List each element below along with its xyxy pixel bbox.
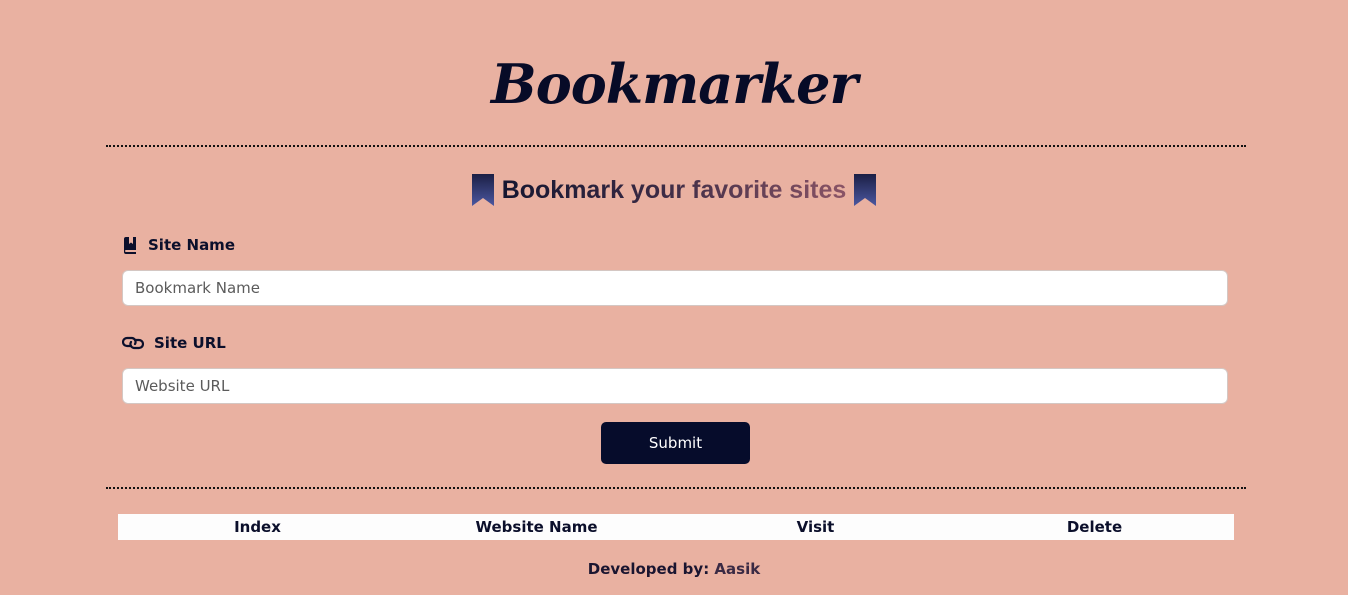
page-subtitle: Bookmark your favorite sites [0,174,1348,206]
bottom-divider [106,487,1246,489]
link-icon [122,336,144,350]
subtitle-part2: favorite sites [692,175,847,204]
page-title: Bookmarker [491,52,858,116]
subtitle-part1: Bookmark your [501,175,686,204]
column-header-delete: Delete [1066,518,1123,536]
footer-author: Aasik [714,560,761,578]
site-name-label: Site Name [122,236,235,254]
submit-button[interactable]: Submit [601,422,750,464]
site-name-input[interactable] [122,270,1228,306]
column-header-index: Index [234,518,281,536]
footer-prefix: Developed by: [587,560,710,578]
bookmark-ribbon-icon [854,174,877,206]
site-url-label: Site URL [122,334,226,352]
subtitle-text: Bookmark your favorite sites [502,176,847,205]
column-header-website-name: Website Name [475,518,598,536]
site-name-label-text: Site Name [148,236,235,254]
footer: Developed by: Aasik [0,560,1348,578]
top-divider [106,145,1246,147]
site-url-label-text: Site URL [154,334,226,352]
column-header-visit: Visit [796,518,835,536]
book-icon [124,236,136,254]
site-url-input[interactable] [122,368,1228,404]
bookmark-ribbon-icon [471,174,494,206]
bookmarks-table-header: Index Website Name Visit Delete [118,514,1234,540]
